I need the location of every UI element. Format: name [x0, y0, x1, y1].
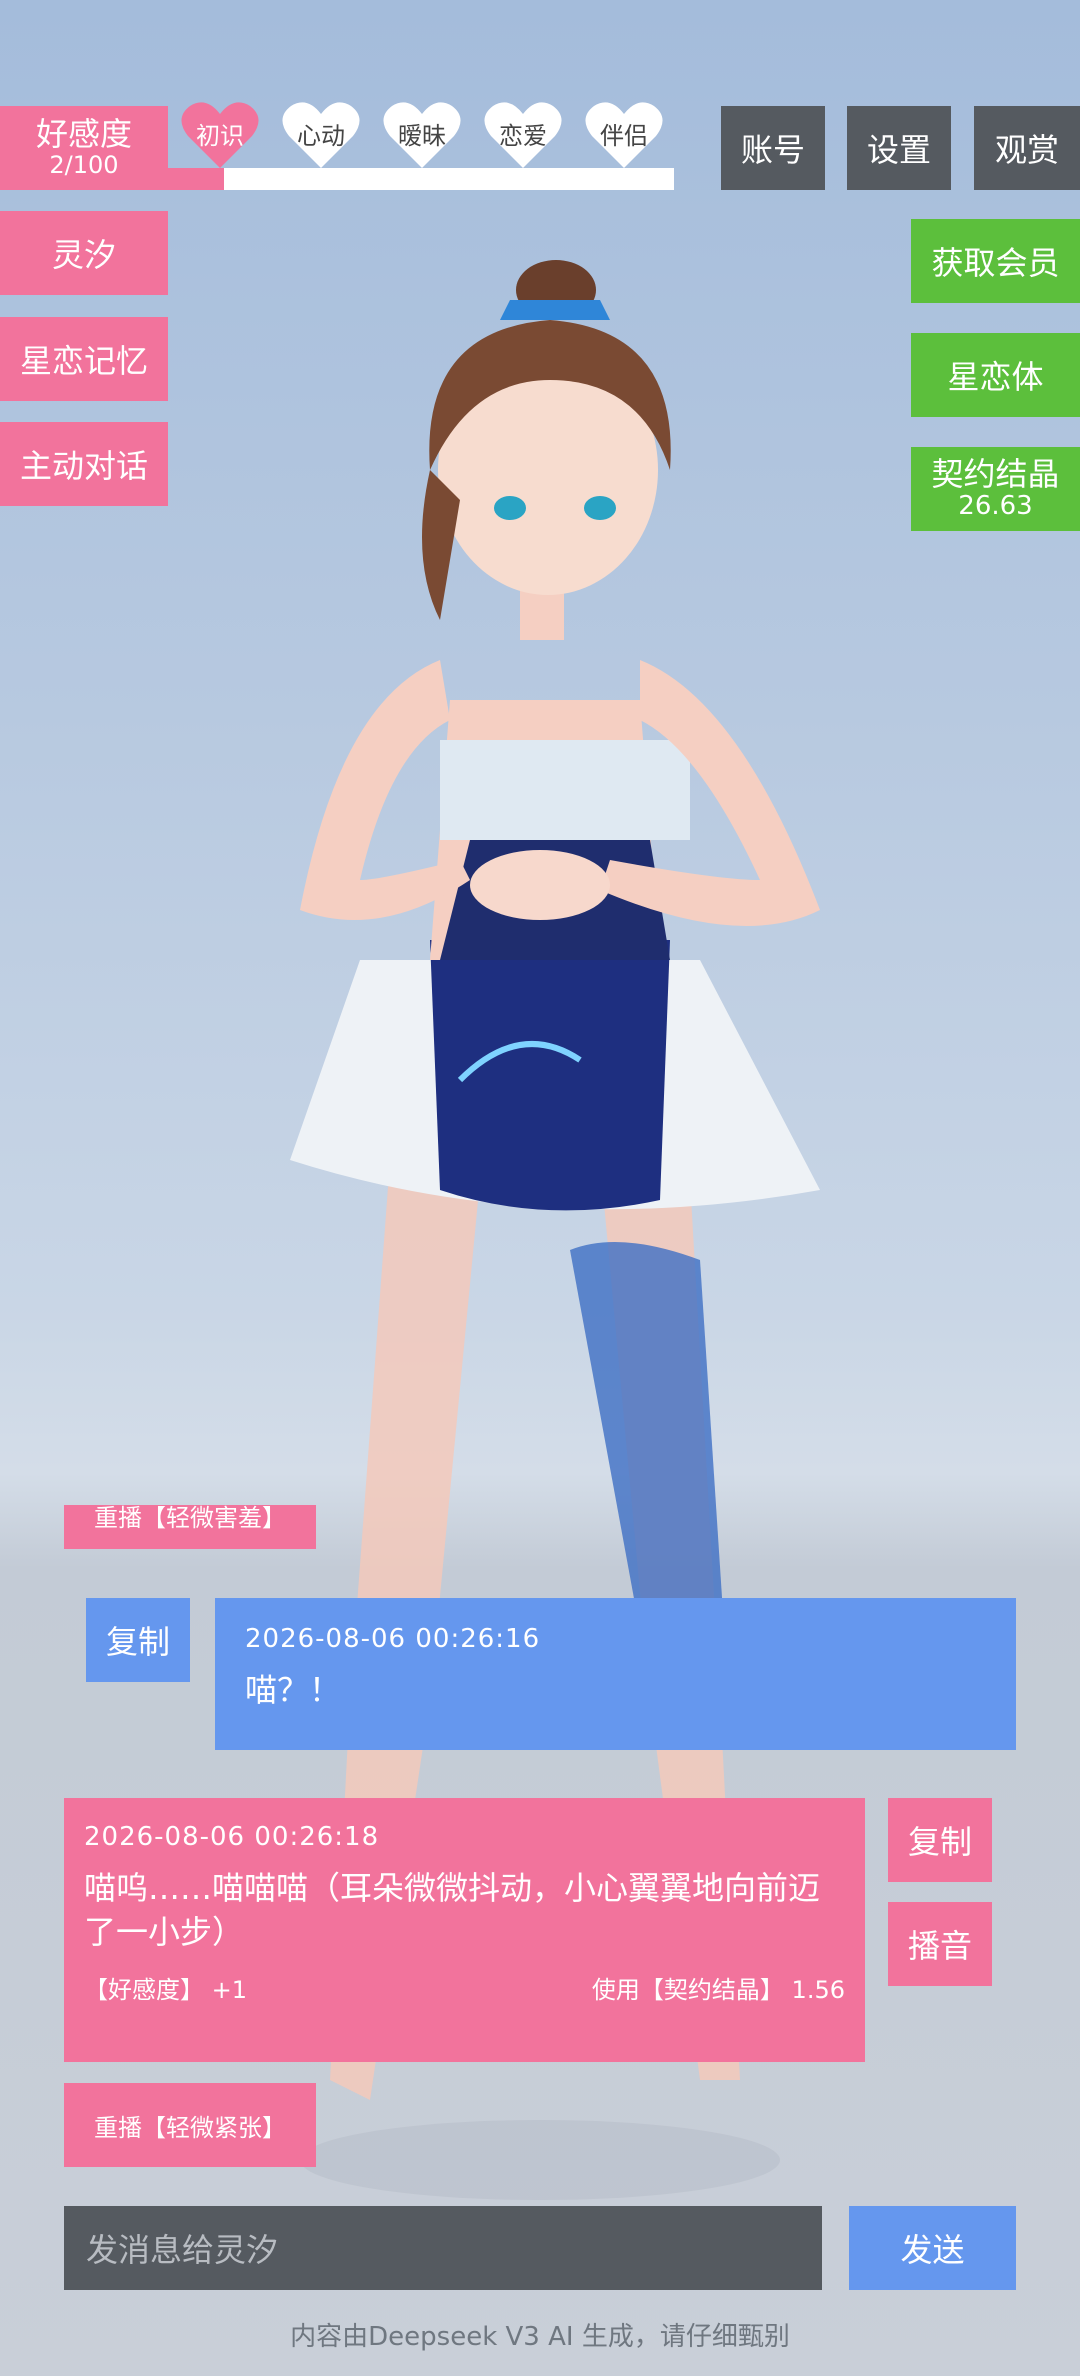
memory-button[interactable]: 星恋记忆	[0, 317, 168, 401]
message-timestamp: 2026-08-06 00:26:16	[245, 1624, 541, 1654]
character-button[interactable]: 灵汐	[0, 211, 168, 295]
crystal-cost: 使用【契约结晶】 1.56	[591, 1976, 845, 2004]
active-talk-button[interactable]: 主动对话	[0, 422, 168, 506]
copy-user-message-button[interactable]: 复制	[86, 1598, 190, 1682]
send-button[interactable]: 发送	[849, 2206, 1016, 2290]
affection-title: 好感度	[35, 115, 132, 154]
replay-button[interactable]: 重播【轻微紧张】	[64, 2083, 316, 2167]
stage-heart-5: 伴侣	[584, 98, 664, 170]
account-button[interactable]: 账号	[721, 106, 825, 190]
crystal-label: 契约结晶	[931, 454, 1060, 493]
message-text: 喵？！	[245, 1671, 342, 1709]
settings-button[interactable]: 设置	[847, 106, 951, 190]
affection-progress-track	[168, 168, 674, 190]
affection-value: 2/100	[49, 151, 119, 180]
get-membership-button[interactable]: 获取会员	[911, 219, 1080, 303]
crystal-value: 26.63	[958, 491, 1033, 522]
replay-button-partial[interactable]: 重播【轻微害羞】	[64, 1505, 316, 1549]
user-message-bubble: 2026-08-06 00:26:16 喵？！	[215, 1598, 1016, 1750]
copy-ai-message-button[interactable]: 复制	[888, 1798, 992, 1882]
play-audio-button[interactable]: 播音	[888, 1902, 992, 1986]
stage-heart-3: 暧昧	[382, 98, 462, 170]
stage-label: 伴侣	[600, 122, 648, 150]
ai-disclaimer: 内容由Deepseek V3 AI 生成，请仔细甄别	[290, 2322, 790, 2352]
affection-change: 【好感度】 +1	[84, 1976, 248, 2004]
affection-progress-fill	[168, 168, 224, 190]
message-text: 喵呜……喵喵喵（耳朵微微抖动，小心翼翼地向前迈了一小步）	[84, 1869, 821, 1951]
stage-label: 恋爱	[499, 122, 547, 150]
ai-message-bubble: 2026-08-06 00:26:18 喵呜……喵喵喵（耳朵微微抖动，小心翼翼地…	[64, 1798, 865, 2062]
stage-label: 暧昧	[398, 122, 446, 150]
star-body-button[interactable]: 星恋体	[911, 333, 1080, 417]
stage-heart-1: 初识	[180, 98, 260, 170]
message-input[interactable]: 发消息给灵汐	[64, 2206, 822, 2290]
contract-crystal-button[interactable]: 契约结晶 26.63	[911, 447, 1080, 531]
stage-heart-2: 心动	[281, 98, 361, 170]
stage-label: 初识	[196, 122, 244, 150]
message-timestamp: 2026-08-06 00:26:18	[84, 1822, 380, 1852]
stage-heart-4: 恋爱	[483, 98, 563, 170]
stage-label: 心动	[297, 122, 345, 150]
view-button[interactable]: 观赏	[974, 106, 1080, 190]
affection-panel: 好感度 2/100	[0, 106, 168, 190]
